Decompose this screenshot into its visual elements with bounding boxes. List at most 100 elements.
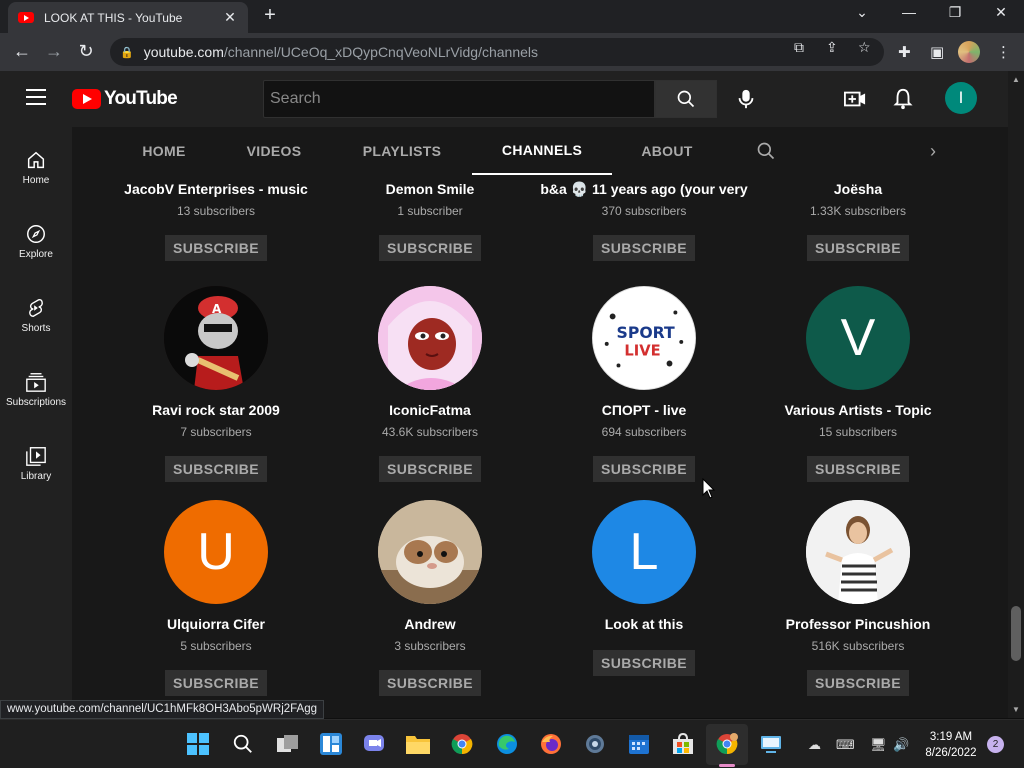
channel-avatar[interactable]: U [164, 500, 268, 604]
subscribe-button[interactable]: SUBSCRIBE [592, 456, 696, 482]
windows-logo-icon [187, 733, 209, 755]
minimize-button[interactable]: — [897, 4, 921, 20]
browser-menu-icon[interactable]: ⋮ [996, 43, 1011, 61]
subscribe-button[interactable]: SUBSCRIBE [378, 235, 482, 261]
side-panel-icon[interactable]: ▣ [930, 43, 944, 61]
guide-item-explore[interactable]: Explore [0, 201, 72, 275]
file-explorer-button[interactable] [406, 732, 430, 756]
notifications-button[interactable] [891, 87, 915, 111]
channel-avatar[interactable]: SPORT LIVE [592, 286, 696, 390]
keyboard-icon[interactable]: ⌨ [836, 737, 855, 753]
subscribe-button[interactable]: SUBSCRIBE [592, 235, 696, 261]
address-bar[interactable]: 🔒 youtube.com/channel/UCeOq_xDQypCnqVeoN… [110, 38, 884, 66]
channel-avatar[interactable] [378, 500, 482, 604]
open-in-app-icon[interactable]: ⧉ [794, 39, 804, 56]
taskbar-clock[interactable]: 3:19 AM 8/26/2022 [918, 729, 984, 761]
channel-search-button[interactable] [756, 141, 776, 166]
page-scrollbar[interactable]: ▲ ▼ [1008, 71, 1024, 718]
scroll-thumb[interactable] [1011, 606, 1021, 661]
subscribe-button[interactable]: SUBSCRIBE [164, 670, 268, 696]
youtube-logo[interactable]: YouTube [72, 88, 178, 110]
scroll-up-arrow-icon[interactable]: ▲ [1012, 75, 1020, 84]
network-icon[interactable]: 🖥 [870, 737, 887, 753]
taskbar-search-button[interactable] [231, 732, 255, 756]
create-video-button[interactable] [843, 87, 867, 111]
channel-avatar[interactable]: L [592, 500, 696, 604]
guide-item-library[interactable]: Library [0, 423, 72, 497]
start-button[interactable] [186, 732, 210, 756]
search-input[interactable] [270, 90, 654, 108]
tab-close-icon[interactable]: ✕ [222, 9, 238, 26]
subscribe-button[interactable]: SUBSCRIBE [806, 235, 910, 261]
store-app-button[interactable] [671, 732, 695, 756]
channel-name[interactable]: Ravi rock star 2009 [109, 400, 323, 420]
edge-app-button[interactable] [495, 732, 519, 756]
notification-badge[interactable]: 2 [987, 736, 1004, 753]
subscriptions-icon [26, 373, 46, 392]
chevron-right-icon[interactable]: › [930, 141, 936, 162]
channel-name[interactable]: СПОРТ - live [537, 400, 751, 420]
browser-profile-avatar[interactable] [958, 41, 980, 63]
subscribe-button[interactable]: SUBSCRIBE [164, 235, 268, 261]
onedrive-offline-icon[interactable]: ☁ [808, 737, 821, 753]
account-avatar[interactable]: I [945, 82, 977, 114]
teams-chat-button[interactable] [362, 732, 386, 756]
channel-name[interactable]: Ulquiorra Cifer [109, 614, 323, 634]
subscribe-button[interactable]: SUBSCRIBE [378, 670, 482, 696]
channel-tabs: HOME VIDEOS PLAYLISTS CHANNELS ABOUT › [72, 127, 1008, 175]
bookmark-star-icon[interactable]: ☆ [858, 39, 871, 56]
guide-item-home[interactable]: Home [0, 127, 72, 201]
subscribe-button[interactable]: SUBSCRIBE [164, 456, 268, 482]
browser-tab[interactable]: LOOK AT THIS - YouTube ✕ [8, 2, 248, 33]
tab-about[interactable]: ABOUT [636, 127, 698, 175]
voice-search-button[interactable] [728, 81, 764, 117]
channel-name[interactable]: JacobV Enterprises - music [109, 179, 323, 199]
guide-label: Explore [19, 249, 53, 260]
tab-home[interactable]: HOME [134, 127, 194, 175]
clock-date: 8/26/2022 [925, 747, 977, 759]
settings-app-button[interactable] [583, 732, 607, 756]
channel-name[interactable]: Various Artists - Topic [751, 400, 965, 420]
channel-name[interactable]: Demon Smile [323, 179, 537, 199]
tab-channels[interactable]: CHANNELS [472, 127, 612, 175]
close-window-button[interactable]: ✕ [989, 4, 1013, 21]
subscribe-button[interactable]: SUBSCRIBE [592, 650, 696, 676]
reload-button[interactable]: ↻ [74, 41, 98, 62]
extensions-puzzle-icon[interactable]: ✚ [898, 43, 911, 61]
tab-search-chevron-icon[interactable]: ⌄ [850, 4, 874, 21]
channel-avatar[interactable]: V [806, 286, 910, 390]
channel-name[interactable]: Professor Pincushion [751, 614, 965, 634]
channel-avatar[interactable]: A [164, 286, 268, 390]
channel-name[interactable]: b&a 💀 11 years ago (your very [537, 179, 751, 199]
widgets-button[interactable] [319, 732, 343, 756]
chrome-profile-app-button[interactable] [715, 732, 739, 756]
calendar-app-button[interactable] [627, 732, 651, 756]
subscribe-button[interactable]: SUBSCRIBE [806, 670, 910, 696]
share-icon[interactable]: ⇪ [826, 39, 838, 56]
subscribe-button[interactable]: SUBSCRIBE [806, 456, 910, 482]
volume-icon[interactable]: 🔊 [893, 737, 909, 753]
forward-button[interactable]: → [42, 41, 66, 62]
remote-app-button[interactable] [759, 732, 783, 756]
guide-item-subscriptions[interactable]: Subscriptions [0, 349, 72, 423]
subscribe-button[interactable]: SUBSCRIBE [378, 456, 482, 482]
scroll-down-arrow-icon[interactable]: ▼ [1012, 705, 1020, 714]
search-button[interactable] [655, 80, 717, 118]
back-button[interactable]: ← [10, 41, 34, 62]
chrome-app-button[interactable] [450, 732, 474, 756]
firefox-app-button[interactable] [539, 732, 563, 756]
guide-item-shorts[interactable]: Shorts [0, 275, 72, 349]
task-view-button[interactable] [276, 732, 300, 756]
restore-button[interactable]: ❐ [943, 4, 967, 21]
channel-avatar[interactable] [378, 286, 482, 390]
tab-playlists[interactable]: PLAYLISTS [358, 127, 446, 175]
channel-name[interactable]: Joësha [751, 179, 965, 199]
channel-avatar[interactable] [806, 500, 910, 604]
tab-videos[interactable]: VIDEOS [244, 127, 304, 175]
channel-name[interactable]: Andrew [323, 614, 537, 634]
mouse-cursor-icon [702, 478, 716, 499]
channel-name[interactable]: IconicFatma [323, 400, 537, 420]
new-tab-button[interactable]: + [258, 4, 282, 27]
channel-name[interactable]: Look at this [537, 614, 751, 634]
hamburger-menu-icon[interactable] [26, 89, 46, 105]
